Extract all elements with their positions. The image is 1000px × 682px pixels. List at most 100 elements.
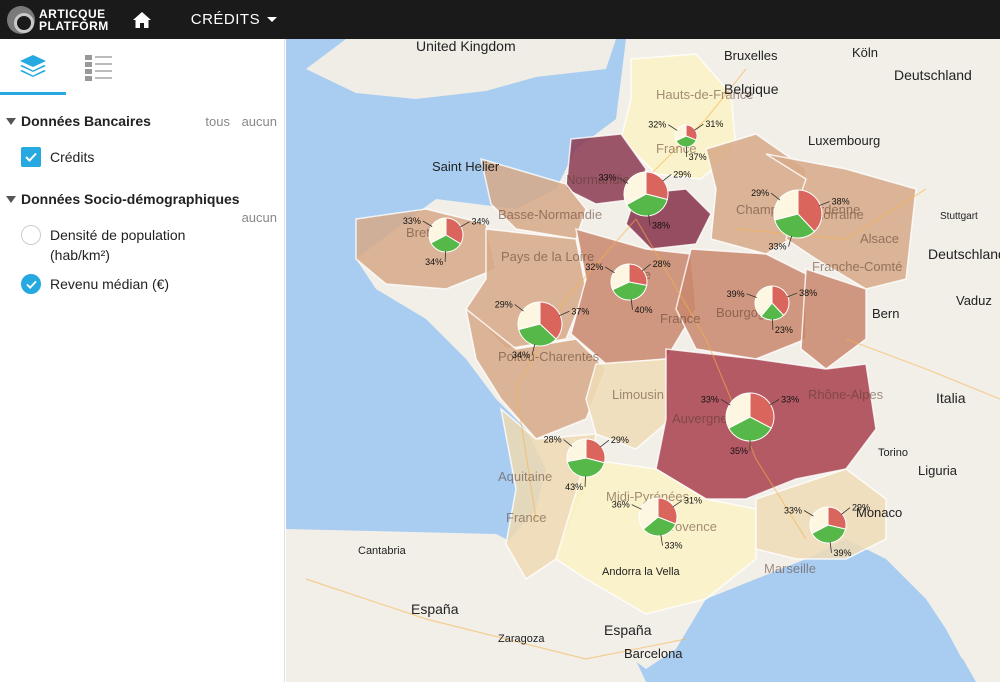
map-view[interactable]: United Kingdom Bruxelles Köln Deutschlan… (286, 39, 1000, 682)
place-label: Torino (878, 447, 908, 459)
collapse-triangle-icon (6, 195, 16, 203)
pie-percent-label: 28% (544, 435, 562, 445)
pie-percent-label: 36% (612, 500, 630, 510)
pie-percent-label: 29% (495, 299, 513, 309)
pie-percent-label: 29% (852, 503, 870, 513)
checkbox-checked[interactable] (21, 147, 41, 167)
sidebar-tabs (0, 39, 284, 95)
place-label: Köln (852, 45, 878, 60)
pie-percent-label: 33% (598, 173, 616, 183)
layer-item-densite[interactable]: Densité de population (hab/km²) (0, 225, 284, 265)
group-links: aucun (0, 210, 284, 225)
group-donnees-bancaires[interactable]: Données Bancaires tous aucun (0, 113, 284, 129)
pie-percent-label: 33% (768, 242, 786, 252)
layer-item-credits[interactable]: Crédits (0, 147, 284, 167)
layer-label: Densité de population (hab/km²) (50, 227, 186, 263)
place-label: Liguria (918, 463, 958, 478)
place-label: Deutschland (928, 246, 1000, 262)
pie-percent-label: 33% (781, 394, 799, 404)
logo-line-2: PLATFORM (39, 18, 109, 33)
pie-percent-label: 31% (684, 496, 702, 506)
pie-percent-label: 39% (727, 289, 745, 299)
map-canvas[interactable]: United Kingdom Bruxelles Köln Deutschlan… (286, 39, 1000, 682)
place-label: España (411, 601, 459, 617)
layer-label: Revenu médian (€) (50, 276, 170, 292)
pie-percent-label: 32% (648, 120, 666, 130)
pie-percent-label: 40% (635, 305, 653, 315)
chevron-down-icon (267, 17, 278, 22)
select-none-link[interactable]: aucun (242, 114, 277, 129)
logo-text: ARTICQUE PLATFORM (39, 8, 109, 32)
pie-percent-label: 39% (833, 548, 851, 558)
tab-legend[interactable] (66, 39, 132, 95)
pie-percent-label: 43% (565, 482, 583, 492)
group-title-bancaires: Données Bancaires (21, 113, 151, 129)
pie-percent-label: 37% (571, 306, 589, 316)
pie-percent-label: 31% (705, 119, 723, 129)
checkmark-icon (25, 152, 37, 162)
pie-percent-label: 33% (403, 216, 421, 226)
pie-percent-label: 38% (799, 288, 817, 298)
region-label: France (506, 510, 546, 525)
place-label: España (604, 622, 652, 638)
pie-percent-label: 32% (585, 262, 603, 272)
pie-percent-label: 34% (472, 217, 490, 227)
list-icon (85, 55, 112, 81)
place-label: Bruxelles (724, 48, 778, 63)
select-none-link[interactable]: aucun (242, 210, 277, 225)
radio-selected[interactable] (21, 274, 41, 294)
layer-item-revenu[interactable]: Revenu médian (€) (0, 274, 284, 294)
region-label: Pays de la Loire (501, 249, 594, 264)
credits-menu[interactable]: CRÉDITS (191, 11, 278, 28)
place-label: United Kingdom (416, 39, 516, 54)
logo-icon (7, 5, 35, 34)
region-label: Limousin (612, 387, 664, 402)
place-label: Saint Helier (432, 159, 500, 174)
region-label: Lorraine (816, 207, 864, 222)
pie-percent-label: 38% (652, 221, 670, 231)
pie-percent-label: 23% (775, 325, 793, 335)
home-button[interactable] (131, 9, 153, 31)
logo-line-1: ARTICQUE (39, 6, 106, 21)
region-label: Rhône-Alpes (808, 387, 884, 402)
region-label: Marseille (764, 561, 816, 576)
select-all-link[interactable]: tous (205, 114, 230, 129)
pie-percent-label: 28% (653, 259, 671, 269)
place-label: Barcelona (624, 646, 683, 661)
checkmark-icon (25, 280, 37, 289)
pie-percent-label: 37% (689, 152, 707, 162)
place-label: Luxembourg (808, 133, 880, 148)
collapse-triangle-icon (6, 117, 16, 125)
pie-percent-label: 33% (784, 506, 802, 516)
tab-layers[interactable] (0, 39, 66, 95)
region-label: Franche-Comté (812, 259, 902, 274)
region-label: Auvergne (672, 411, 728, 426)
pie-percent-label: 29% (751, 188, 769, 198)
region-label: Aquitaine (498, 469, 552, 484)
layers-icon (20, 54, 46, 77)
group-links: tous aucun (197, 114, 277, 129)
region-label: Basse-Normandie (498, 207, 602, 222)
group-donnees-socio[interactable]: Données Socio-démographiques (0, 191, 284, 207)
place-label: Cantabria (358, 545, 407, 557)
pie-percent-label: 33% (665, 541, 683, 551)
home-icon (132, 11, 151, 28)
place-label: Bern (872, 306, 899, 321)
place-label: Vaduz (956, 293, 992, 308)
pie-percent-label: 29% (673, 169, 691, 179)
place-label: Deutschland (894, 67, 972, 83)
articque-logo[interactable]: ARTICQUE PLATFORM (7, 5, 109, 34)
layer-label: Crédits (50, 149, 95, 165)
pie-percent-label: 35% (730, 446, 748, 456)
place-label: Stuttgart (940, 211, 978, 222)
sidebar: Données Bancaires tous aucun Crédits Don… (0, 39, 285, 682)
group-title-socio: Données Socio-démographiques (21, 191, 240, 207)
pie-percent-label: 34% (512, 350, 530, 360)
pie-percent-label: 33% (701, 394, 719, 404)
region-label: Hauts-de-France (656, 87, 754, 102)
pie-percent-label: 29% (611, 435, 629, 445)
place-label: Zaragoza (498, 633, 545, 645)
pie-percent-label: 38% (832, 196, 850, 206)
region-label: Alsace (860, 231, 899, 246)
region-label: France (660, 311, 700, 326)
